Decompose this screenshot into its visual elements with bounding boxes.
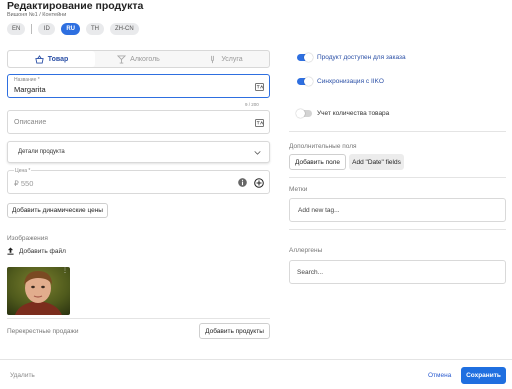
add-file-button[interactable]: Добавить файл (7, 247, 66, 255)
price-field[interactable]: Цена * ₽ 550 (7, 168, 270, 194)
image-options-icon[interactable]: ⋮ (62, 268, 68, 275)
add-field-button[interactable]: Добавить поле (289, 154, 346, 170)
tab-product[interactable]: Товар (8, 51, 95, 67)
divider (289, 229, 506, 230)
language-switcher: EN ID RU TH ZH-CN (7, 23, 139, 35)
toggle-iiko-sync[interactable]: Синхронизация с IIKO (297, 77, 384, 86)
tab-service-label: Услуга (221, 55, 243, 63)
stock-tracking-toggle-switch[interactable] (296, 109, 312, 118)
lang-en[interactable]: EN (7, 23, 26, 35)
allergens-search-input[interactable]: Search... (289, 260, 506, 284)
allergens-search-placeholder: Search... (297, 269, 324, 276)
iiko-sync-toggle-label: Синхронизация с IIKO (317, 78, 384, 85)
translate-icon[interactable] (255, 83, 264, 91)
upload-icon (7, 247, 14, 255)
name-counter: 9 / 200 (245, 102, 259, 107)
add-date-fields-button[interactable]: Add "Date" fields (349, 154, 404, 170)
chevron-down-icon (254, 151, 261, 155)
price-input[interactable]: ₽ 550 (14, 179, 33, 188)
translate-icon[interactable] (255, 119, 264, 127)
add-price-icon[interactable] (254, 178, 264, 188)
basket-icon (35, 54, 44, 64)
name-input[interactable]: Margarita (14, 85, 46, 94)
tab-service[interactable]: Услуга (182, 51, 269, 67)
cross-sales-label: Перекрестные продажи (7, 328, 79, 335)
available-toggle-label: Продукт доступен для заказа (317, 54, 406, 61)
lang-zh-cn[interactable]: ZH-CN (110, 23, 139, 35)
name-field-label: Название * (14, 77, 40, 83)
info-icon[interactable] (238, 178, 247, 187)
delete-button[interactable]: Удалить (10, 372, 35, 379)
lang-id[interactable]: ID (38, 23, 56, 35)
name-field[interactable]: Название * Margarita (7, 74, 270, 98)
images-label: Изображения (7, 235, 48, 242)
product-image-thumbnail[interactable]: ⋮ (7, 267, 70, 315)
stock-tracking-toggle-label: Учет количества товара (317, 110, 390, 117)
add-dynamic-prices-button[interactable]: Добавить динамические цены (7, 203, 108, 218)
divider (289, 177, 506, 178)
price-field-label: Цена * (14, 168, 32, 174)
product-details-accordion[interactable]: Детали продукта (7, 141, 270, 163)
product-details-label: Детали продукта (18, 149, 65, 155)
save-button[interactable]: Сохранить (461, 367, 506, 384)
available-toggle-switch[interactable] (297, 53, 313, 62)
cancel-button[interactable]: Отмена (428, 372, 451, 379)
extra-fields-label: Дополнительные поля (289, 143, 357, 150)
tags-placeholder: Add new tag... (298, 207, 340, 214)
lang-ru[interactable]: RU (61, 23, 81, 35)
lang-th[interactable]: TH (86, 23, 105, 35)
page-title: Редактирование продукта (7, 0, 144, 12)
iiko-sync-toggle-switch[interactable] (297, 77, 313, 86)
tab-alcohol-label: Алкоголь (130, 55, 160, 63)
allergens-label: Аллергены (289, 247, 323, 254)
footer-divider (0, 359, 512, 360)
service-icon (211, 55, 215, 63)
toggle-available[interactable]: Продукт доступен для заказа (297, 53, 406, 62)
description-field[interactable]: Описание (7, 110, 270, 134)
tab-alcohol[interactable]: Алкоголь (95, 51, 182, 67)
tab-product-label: Товар (47, 55, 69, 63)
breadcrumb: Вишоня №1 / Контейни (7, 12, 67, 18)
divider (7, 318, 270, 319)
cocktail-icon (117, 54, 127, 64)
tags-input[interactable]: Add new tag... (289, 198, 506, 222)
tags-label: Метки (289, 186, 308, 193)
add-file-label: Добавить файл (19, 247, 66, 255)
product-type-tabs: Товар Алкоголь Услуга (7, 50, 270, 68)
language-divider (31, 24, 33, 34)
description-input[interactable]: Описание (14, 119, 46, 126)
divider (289, 131, 506, 132)
add-products-button[interactable]: Добавить продукты (199, 323, 270, 339)
toggle-stock-tracking[interactable]: Учет количества товара (296, 109, 390, 118)
product-photo (7, 267, 70, 315)
